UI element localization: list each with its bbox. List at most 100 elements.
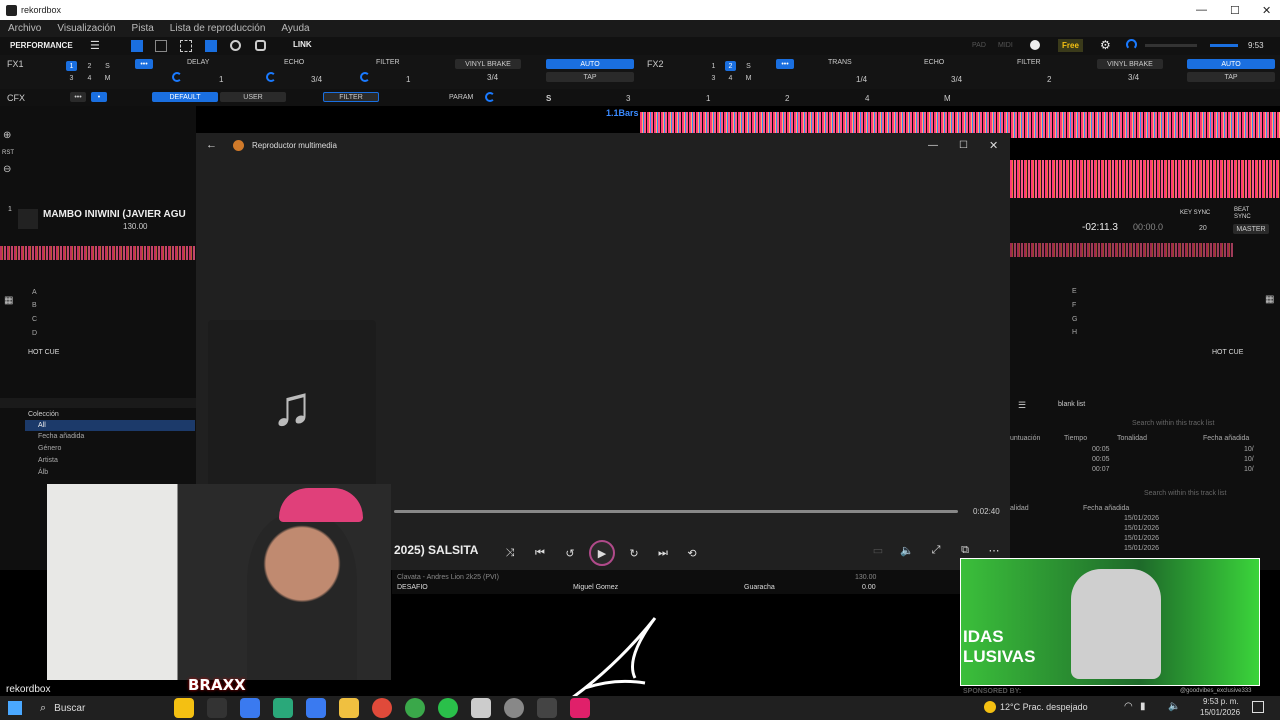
explorer-icon[interactable] bbox=[339, 698, 360, 718]
fx2-auto-button[interactable]: AUTO bbox=[1187, 59, 1275, 69]
fx2-more-button[interactable]: ••• bbox=[776, 59, 794, 69]
fx2-ch-2[interactable]: 2 bbox=[725, 61, 736, 71]
minimize-button[interactable]: — bbox=[1196, 4, 1207, 16]
pad-a[interactable]: A bbox=[32, 289, 37, 296]
pad-h[interactable]: H bbox=[1072, 329, 1077, 336]
fx2-ch-m[interactable]: M bbox=[743, 73, 754, 83]
close-button[interactable]: ✕ bbox=[1262, 4, 1271, 17]
browser-item-artista[interactable]: Artista bbox=[38, 457, 58, 464]
mode-select[interactable]: PERFORMANCE bbox=[10, 41, 73, 50]
fx1-ch-4[interactable]: 4 bbox=[84, 73, 95, 83]
pad-grid-right-icon[interactable]: ▦ bbox=[1265, 294, 1274, 305]
sampler-icon[interactable] bbox=[255, 40, 266, 51]
taskview-icon[interactable] bbox=[207, 698, 228, 718]
pad-c[interactable]: C bbox=[32, 316, 37, 323]
fx2-effect-2[interactable]: ECHO bbox=[924, 59, 944, 66]
zoom-in-icon[interactable]: ⊕ bbox=[3, 130, 11, 141]
menu-ayuda[interactable]: Ayuda bbox=[281, 23, 309, 34]
headphone-icon[interactable] bbox=[1126, 39, 1137, 50]
wifi-icon[interactable]: ◠ bbox=[1124, 701, 1133, 712]
player-close[interactable]: ✕ bbox=[989, 139, 998, 152]
office-icon[interactable] bbox=[306, 698, 327, 718]
tempo-range[interactable]: 20 bbox=[1199, 225, 1207, 232]
layout-1-icon[interactable] bbox=[131, 40, 143, 52]
col-header-rating[interactable]: untuación bbox=[1010, 435, 1040, 442]
fx1-tap-button[interactable]: TAP bbox=[546, 72, 634, 82]
free-badge[interactable]: Free bbox=[1058, 39, 1083, 52]
col2-header-key[interactable]: alidad bbox=[1010, 505, 1029, 512]
shuffle-icon[interactable]: ⤨ bbox=[500, 543, 520, 563]
notification-icon[interactable] bbox=[1252, 701, 1264, 713]
fx1-knob-1[interactable] bbox=[172, 72, 182, 82]
volume-tray-icon[interactable]: 🔈 bbox=[1168, 701, 1180, 712]
keysync-button[interactable]: KEY SYNC bbox=[1180, 210, 1210, 216]
rewind-10-icon[interactable]: ↺ bbox=[560, 543, 580, 563]
fx2-ch-s[interactable]: S bbox=[743, 61, 754, 71]
settings-icon[interactable]: ⚙ bbox=[1100, 38, 1111, 52]
app-icon-1[interactable] bbox=[471, 698, 492, 718]
cfx-param-knob[interactable] bbox=[485, 92, 495, 102]
beatsync-button[interactable]: BEAT SYNC bbox=[1234, 207, 1252, 221]
app-icon-2[interactable] bbox=[504, 698, 525, 718]
cfx-select-button[interactable]: • bbox=[91, 92, 107, 102]
tiktok-icon[interactable] bbox=[570, 698, 591, 718]
browser-item-album[interactable]: Álb bbox=[38, 469, 48, 476]
fx1-vinyl-brake[interactable]: VINYL BRAKE bbox=[455, 59, 521, 69]
mic-icon[interactable]: ▮ bbox=[1140, 701, 1146, 712]
taskbar-time[interactable]: 9:53 p. m. bbox=[1203, 697, 1239, 706]
list-icon[interactable]: ☰ bbox=[1018, 400, 1026, 411]
whatsapp-icon[interactable] bbox=[438, 698, 459, 718]
hotcue-select[interactable]: HOT CUE bbox=[28, 349, 59, 356]
menu-visualizacion[interactable]: Visualización bbox=[57, 23, 115, 34]
cfx-user-button[interactable]: USER bbox=[220, 92, 286, 102]
cfx-default-button[interactable]: DEFAULT bbox=[152, 92, 218, 102]
master-button[interactable]: MASTER bbox=[1233, 224, 1269, 234]
bottom-row-1-title[interactable]: Clavata - Andres Lion 2k25 (PVI) bbox=[397, 574, 499, 581]
fx1-effect-1[interactable]: DELAY bbox=[187, 59, 209, 66]
fx2-vinyl-brake[interactable]: VINYL BRAKE bbox=[1097, 59, 1163, 69]
browser-item-genero[interactable]: Género bbox=[38, 445, 61, 452]
fx1-effect-3[interactable]: FILTER bbox=[376, 59, 400, 66]
pad-grid-icon[interactable]: ▦ bbox=[4, 295, 13, 306]
cfx-filter-button[interactable]: FILTER bbox=[323, 92, 379, 102]
fx1-auto-button[interactable]: AUTO bbox=[546, 59, 634, 69]
chrome-2-icon[interactable] bbox=[405, 698, 426, 718]
fx1-effect-2[interactable]: ECHO bbox=[284, 59, 304, 66]
overview-waveform-right[interactable] bbox=[1010, 243, 1234, 257]
cue-volume-slider[interactable] bbox=[1210, 44, 1238, 47]
fx1-ch-3[interactable]: 3 bbox=[66, 73, 77, 83]
player-maximize[interactable]: ☐ bbox=[959, 140, 968, 151]
miniplayer-icon[interactable]: ⧉ bbox=[955, 540, 975, 560]
repeat-icon[interactable]: ⟲ bbox=[682, 543, 702, 563]
zoom-out-icon[interactable]: ⊖ bbox=[3, 164, 11, 175]
menu-pista[interactable]: Pista bbox=[132, 23, 154, 34]
overview-waveform[interactable] bbox=[0, 246, 196, 260]
mixer-icon[interactable] bbox=[205, 40, 217, 52]
pad-d[interactable]: D bbox=[32, 330, 37, 337]
start-icon[interactable] bbox=[8, 701, 22, 715]
menu-archivo[interactable]: Archivo bbox=[8, 23, 41, 34]
link-button[interactable]: LINK bbox=[293, 40, 312, 49]
hotcue-select-right[interactable]: HOT CUE bbox=[1212, 349, 1243, 356]
fx1-knob-2[interactable] bbox=[266, 72, 276, 82]
layout-2-icon[interactable] bbox=[155, 40, 167, 52]
track-search-input[interactable]: Search within this track list bbox=[1132, 420, 1214, 427]
pad-e[interactable]: E bbox=[1072, 288, 1077, 295]
info-icon[interactable] bbox=[1030, 40, 1040, 50]
captions-icon[interactable]: ▭ bbox=[868, 540, 888, 560]
col-header-key[interactable]: Tonalidad bbox=[1117, 435, 1147, 442]
fx2-ch-1[interactable]: 1 bbox=[708, 61, 719, 71]
track-search-input-2[interactable]: Search within this track list bbox=[1144, 490, 1226, 497]
previous-icon[interactable]: ⏮ bbox=[530, 543, 550, 563]
fx2-ch-4[interactable]: 4 bbox=[725, 73, 736, 83]
rst-button[interactable]: RST bbox=[2, 150, 14, 156]
fx2-tap-button[interactable]: TAP bbox=[1187, 72, 1275, 82]
maximize-button[interactable]: ☐ bbox=[1230, 4, 1240, 17]
menu-lista[interactable]: Lista de reproducción bbox=[170, 23, 266, 34]
pad-b[interactable]: B bbox=[32, 302, 37, 309]
chrome-icon[interactable] bbox=[372, 698, 393, 718]
rekordbox-task-icon[interactable] bbox=[537, 698, 558, 718]
fx1-ch-s[interactable]: S bbox=[102, 61, 113, 71]
weather-text[interactable]: 12°C Prac. despejado bbox=[1000, 702, 1088, 712]
collection-all[interactable]: All bbox=[25, 420, 195, 431]
